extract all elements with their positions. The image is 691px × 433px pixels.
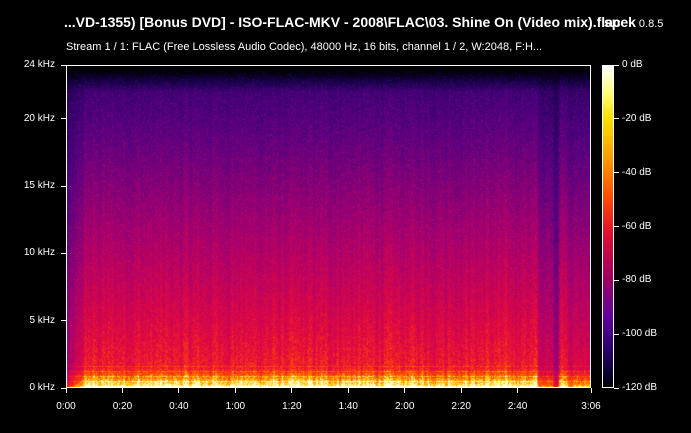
freq-tick-label: 15 kHz xyxy=(23,180,55,192)
freq-tick-label: 20 kHz xyxy=(23,112,55,124)
freq-tick-label: 24 kHz xyxy=(23,59,55,70)
time-tick-label: 1:40 xyxy=(338,401,358,412)
time-tick xyxy=(461,388,462,393)
time-tick-label: 0:40 xyxy=(169,401,189,412)
time-tick xyxy=(235,388,236,393)
colorbar-tick-label: -20 dB xyxy=(622,112,652,124)
time-tick xyxy=(66,388,67,393)
time-tick xyxy=(348,388,349,393)
app-name: spek xyxy=(604,14,636,30)
time-tick xyxy=(517,388,518,393)
colorbar-tick-label: -100 dB xyxy=(622,328,658,340)
file-title: ...VD-1355) [Bonus DVD] - ISO-FLAC-MKV -… xyxy=(64,14,621,30)
colorbar-tick xyxy=(614,65,619,66)
spectrogram-plot[interactable] xyxy=(66,65,591,388)
colorbar-tick xyxy=(614,226,619,227)
time-tick xyxy=(122,388,123,393)
app-version: 0.8.5 xyxy=(638,18,664,30)
colorbar-tick-label: 0 dB xyxy=(622,59,643,70)
freq-tick xyxy=(61,186,66,187)
time-tick-label: 3:06 xyxy=(581,401,601,412)
time-tick xyxy=(591,388,592,393)
freq-tick xyxy=(61,65,66,66)
app-brand: spek 0.8.5 xyxy=(604,14,663,30)
colorbar-tick xyxy=(614,118,619,119)
colorbar-tick xyxy=(614,334,619,335)
spectrogram-canvas xyxy=(67,66,590,387)
time-tick-label: 0:00 xyxy=(56,401,76,412)
time-tick-label: 2:00 xyxy=(394,401,415,412)
stream-info: Stream 1 / 1: FLAC (Free Lossless Audio … xyxy=(66,41,543,53)
colorbar-tick xyxy=(614,172,619,173)
time-tick xyxy=(178,388,179,393)
time-tick-label: 0:20 xyxy=(112,401,133,412)
colorbar-tick-label: -40 dB xyxy=(622,166,652,178)
colorbar-tick-label: -120 dB xyxy=(622,382,658,393)
freq-tick xyxy=(61,253,66,254)
time-tick-label: 1:00 xyxy=(225,401,246,412)
colorbar xyxy=(602,65,614,388)
time-tick-label: 2:40 xyxy=(507,401,528,412)
freq-tick-label: 5 kHz xyxy=(29,314,55,326)
colorbar-tick xyxy=(614,280,619,281)
freq-tick xyxy=(61,118,66,119)
colorbar-tick-label: -80 dB xyxy=(622,274,652,286)
colorbar-tick xyxy=(614,388,619,389)
freq-tick-label: 10 kHz xyxy=(23,247,55,259)
freq-tick-label: 0 kHz xyxy=(29,382,55,393)
time-tick-label: 1:20 xyxy=(282,401,302,412)
time-tick-label: 2:20 xyxy=(451,401,471,412)
time-tick xyxy=(404,388,405,393)
time-tick xyxy=(291,388,292,393)
freq-tick xyxy=(61,320,66,321)
colorbar-tick-label: -60 dB xyxy=(622,220,652,232)
